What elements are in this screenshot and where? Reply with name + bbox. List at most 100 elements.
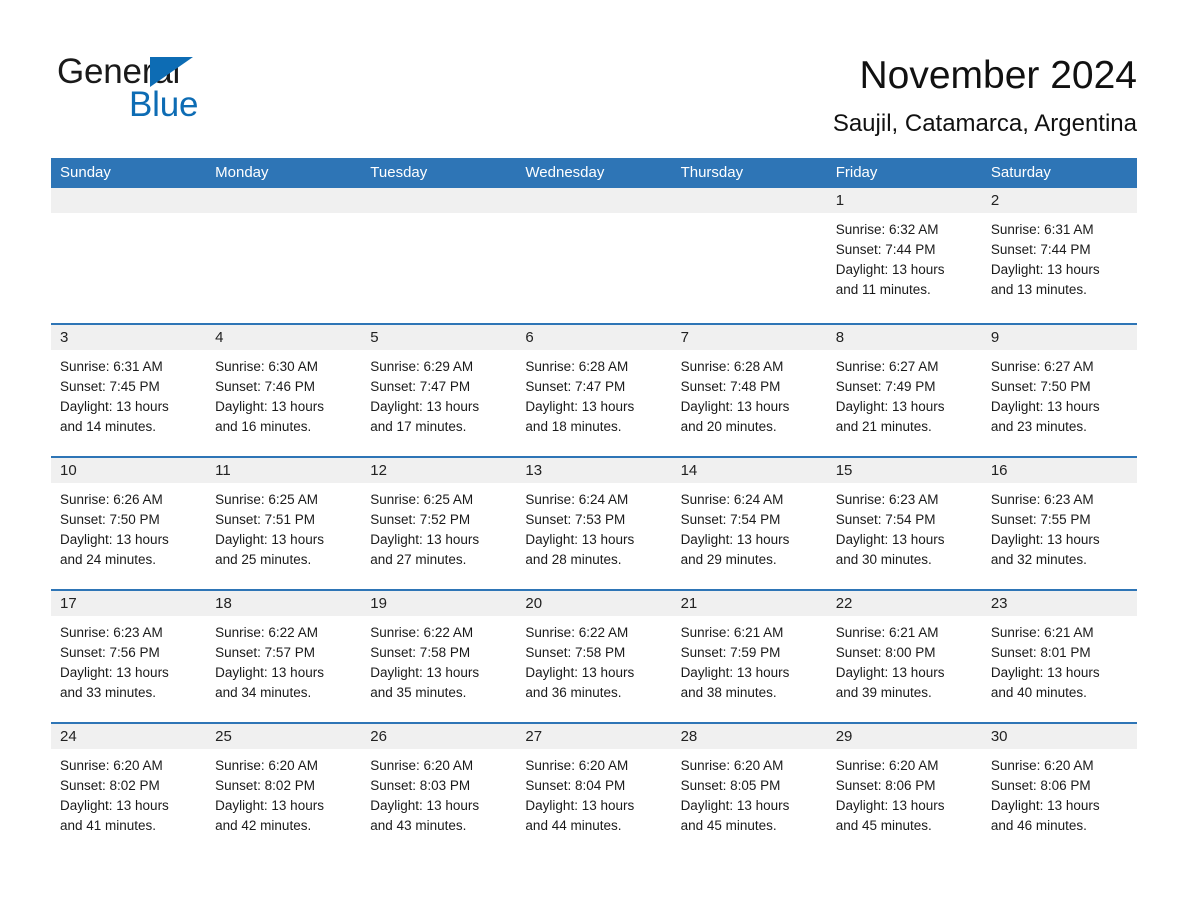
sunrise-text: Sunrise: 6:20 AM bbox=[835, 758, 939, 773]
day-cell[interactable]: 13 Sunrise: 6:24 AM Sunset: 7:53 PM Dayl… bbox=[516, 458, 672, 589]
day-cell[interactable]: 9 Sunrise: 6:27 AM Sunset: 7:50 PM Dayli… bbox=[981, 325, 1137, 456]
week-row: 1 Sunrise: 6:32 AM Sunset: 7:44 PM Dayli… bbox=[51, 188, 1137, 323]
day-cell bbox=[206, 188, 362, 323]
day-cell[interactable]: 22 Sunrise: 6:21 AM Sunset: 8:00 PM Dayl… bbox=[826, 591, 982, 722]
day-number bbox=[361, 192, 370, 209]
day-cell[interactable]: 29 Sunrise: 6:20 AM Sunset: 8:06 PM Dayl… bbox=[826, 724, 982, 855]
sunset-text: Sunset: 8:06 PM bbox=[990, 778, 1091, 793]
day-cell bbox=[516, 188, 672, 323]
day-cell[interactable]: 24 Sunrise: 6:20 AM Sunset: 8:02 PM Dayl… bbox=[51, 724, 207, 855]
sunrise-text: Sunrise: 6:21 AM bbox=[990, 625, 1094, 640]
day-cell bbox=[671, 188, 827, 323]
daylight-text-line2: and 43 minutes. bbox=[370, 818, 467, 833]
daylight-text-line2: and 45 minutes. bbox=[835, 818, 932, 833]
day-info: Sunrise: 6:26 AM Sunset: 7:50 PM Dayligh… bbox=[51, 483, 206, 570]
day-cell[interactable]: 1 Sunrise: 6:32 AM Sunset: 7:44 PM Dayli… bbox=[826, 188, 982, 323]
day-cell[interactable]: 18 Sunrise: 6:22 AM Sunset: 7:57 PM Dayl… bbox=[206, 591, 362, 722]
day-cell[interactable]: 2 Sunrise: 6:31 AM Sunset: 7:44 PM Dayli… bbox=[981, 188, 1137, 323]
week-row: 24 Sunrise: 6:20 AM Sunset: 8:02 PM Dayl… bbox=[51, 722, 1137, 855]
day-info: Sunrise: 6:32 AM Sunset: 7:44 PM Dayligh… bbox=[827, 213, 982, 300]
day-cell[interactable]: 8 Sunrise: 6:27 AM Sunset: 7:49 PM Dayli… bbox=[826, 325, 982, 456]
day-number bbox=[51, 192, 60, 209]
day-cell[interactable]: 7 Sunrise: 6:28 AM Sunset: 7:48 PM Dayli… bbox=[671, 325, 827, 456]
day-info: Sunrise: 6:22 AM Sunset: 7:58 PM Dayligh… bbox=[361, 616, 516, 703]
day-cell[interactable]: 19 Sunrise: 6:22 AM Sunset: 7:58 PM Dayl… bbox=[361, 591, 517, 722]
day-cell[interactable]: 12 Sunrise: 6:25 AM Sunset: 7:52 PM Dayl… bbox=[361, 458, 517, 589]
day-cell[interactable]: 5 Sunrise: 6:29 AM Sunset: 7:47 PM Dayli… bbox=[361, 325, 517, 456]
sunrise-text: Sunrise: 6:20 AM bbox=[215, 758, 318, 773]
sunset-text: Sunset: 7:54 PM bbox=[835, 512, 936, 527]
day-cell[interactable]: 15 Sunrise: 6:23 AM Sunset: 7:54 PM Dayl… bbox=[826, 458, 982, 589]
day-number: 12 bbox=[370, 462, 387, 479]
day-number bbox=[672, 192, 681, 209]
day-cell[interactable]: 11 Sunrise: 6:25 AM Sunset: 7:51 PM Dayl… bbox=[206, 458, 362, 589]
day-number: 27 bbox=[525, 728, 543, 745]
sunset-text: Sunset: 7:46 PM bbox=[215, 379, 315, 394]
day-cell[interactable]: 16 Sunrise: 6:23 AM Sunset: 7:55 PM Dayl… bbox=[981, 458, 1137, 589]
sunrise-text: Sunrise: 6:31 AM bbox=[990, 222, 1094, 237]
day-number: 5 bbox=[370, 329, 379, 346]
day-cell[interactable]: 26 Sunrise: 6:20 AM Sunset: 8:03 PM Dayl… bbox=[361, 724, 517, 855]
sunrise-text: Sunrise: 6:27 AM bbox=[835, 359, 939, 374]
day-cell[interactable]: 28 Sunrise: 6:20 AM Sunset: 8:05 PM Dayl… bbox=[671, 724, 827, 855]
sunset-text: Sunset: 7:44 PM bbox=[990, 242, 1091, 257]
sunrise-text: Sunrise: 6:27 AM bbox=[990, 359, 1094, 374]
day-info: Sunrise: 6:27 AM Sunset: 7:50 PM Dayligh… bbox=[982, 350, 1137, 437]
day-cell[interactable]: 25 Sunrise: 6:20 AM Sunset: 8:02 PM Dayl… bbox=[206, 724, 362, 855]
daylight-text-line1: Daylight: 13 hours bbox=[525, 399, 635, 414]
daylight-text-line2: and 41 minutes. bbox=[60, 818, 157, 833]
daylight-text-line2: and 44 minutes. bbox=[525, 818, 622, 833]
sunset-text: Sunset: 7:47 PM bbox=[525, 379, 626, 394]
day-cell[interactable]: 23 Sunrise: 6:21 AM Sunset: 8:01 PM Dayl… bbox=[981, 591, 1137, 722]
generalblue-logo[interactable]: General Blue bbox=[57, 52, 397, 132]
day-cell[interactable]: 20 Sunrise: 6:22 AM Sunset: 7:58 PM Dayl… bbox=[516, 591, 672, 722]
day-cell[interactable]: 4 Sunrise: 6:30 AM Sunset: 7:46 PM Dayli… bbox=[206, 325, 362, 456]
sunset-text: Sunset: 7:54 PM bbox=[680, 512, 781, 527]
day-cell[interactable]: 27 Sunrise: 6:20 AM Sunset: 8:04 PM Dayl… bbox=[516, 724, 672, 855]
calendar-grid: Sunday Monday Tuesday Wednesday Thursday… bbox=[51, 158, 1137, 855]
title-block: November 2024 Saujil, Catamarca, Argenti… bbox=[833, 52, 1137, 138]
day-cell[interactable]: 10 Sunrise: 6:26 AM Sunset: 7:50 PM Dayl… bbox=[51, 458, 207, 589]
day-info: Sunrise: 6:31 AM Sunset: 7:45 PM Dayligh… bbox=[51, 350, 206, 437]
sunrise-text: Sunrise: 6:24 AM bbox=[680, 492, 784, 507]
daylight-text-line2: and 33 minutes. bbox=[60, 685, 157, 700]
daylight-text-line2: and 42 minutes. bbox=[215, 818, 312, 833]
daylight-text-line2: and 21 minutes. bbox=[835, 419, 932, 434]
day-cell[interactable]: 6 Sunrise: 6:28 AM Sunset: 7:47 PM Dayli… bbox=[516, 325, 672, 456]
day-number: 9 bbox=[990, 329, 1000, 346]
day-info: Sunrise: 6:20 AM Sunset: 8:03 PM Dayligh… bbox=[361, 749, 516, 836]
day-cell[interactable]: 21 Sunrise: 6:21 AM Sunset: 7:59 PM Dayl… bbox=[671, 591, 827, 722]
weekday-header-friday: Friday bbox=[835, 164, 878, 181]
daylight-text-line2: and 13 minutes. bbox=[990, 282, 1087, 297]
daylight-text-line1: Daylight: 13 hours bbox=[680, 399, 790, 414]
sunset-text: Sunset: 7:58 PM bbox=[525, 645, 626, 660]
day-cell[interactable]: 14 Sunrise: 6:24 AM Sunset: 7:54 PM Dayl… bbox=[671, 458, 827, 589]
sunset-text: Sunset: 7:52 PM bbox=[370, 512, 471, 527]
day-cell[interactable]: 3 Sunrise: 6:31 AM Sunset: 7:45 PM Dayli… bbox=[51, 325, 207, 456]
day-cell[interactable]: 30 Sunrise: 6:20 AM Sunset: 8:06 PM Dayl… bbox=[981, 724, 1137, 855]
day-number-band: 3 bbox=[51, 325, 207, 350]
day-number-band: 24 bbox=[51, 724, 207, 749]
day-info: Sunrise: 6:20 AM Sunset: 8:06 PM Dayligh… bbox=[827, 749, 982, 836]
sunrise-text: Sunrise: 6:23 AM bbox=[990, 492, 1094, 507]
day-info: Sunrise: 6:22 AM Sunset: 7:58 PM Dayligh… bbox=[516, 616, 671, 703]
sunset-text: Sunset: 7:50 PM bbox=[60, 512, 160, 527]
logo-text-blue: Blue bbox=[129, 85, 199, 124]
day-number-band: 5 bbox=[361, 325, 517, 350]
sunrise-text: Sunrise: 6:29 AM bbox=[370, 359, 474, 374]
daylight-text-line2: and 39 minutes. bbox=[835, 685, 932, 700]
sunrise-text: Sunrise: 6:30 AM bbox=[215, 359, 318, 374]
daylight-text-line2: and 30 minutes. bbox=[835, 552, 932, 567]
daylight-text-line2: and 34 minutes. bbox=[215, 685, 312, 700]
day-number-band: 4 bbox=[206, 325, 362, 350]
day-number: 28 bbox=[680, 728, 698, 745]
sunset-text: Sunset: 8:05 PM bbox=[680, 778, 781, 793]
daylight-text-line1: Daylight: 13 hours bbox=[680, 665, 790, 680]
daylight-text-line1: Daylight: 13 hours bbox=[680, 532, 790, 547]
day-cell[interactable]: 17 Sunrise: 6:23 AM Sunset: 7:56 PM Dayl… bbox=[51, 591, 207, 722]
day-number-band: 30 bbox=[981, 724, 1137, 749]
day-number-band bbox=[206, 188, 362, 213]
day-number-band: 14 bbox=[671, 458, 827, 483]
sunrise-text: Sunrise: 6:28 AM bbox=[680, 359, 784, 374]
day-number: 23 bbox=[990, 595, 1008, 612]
